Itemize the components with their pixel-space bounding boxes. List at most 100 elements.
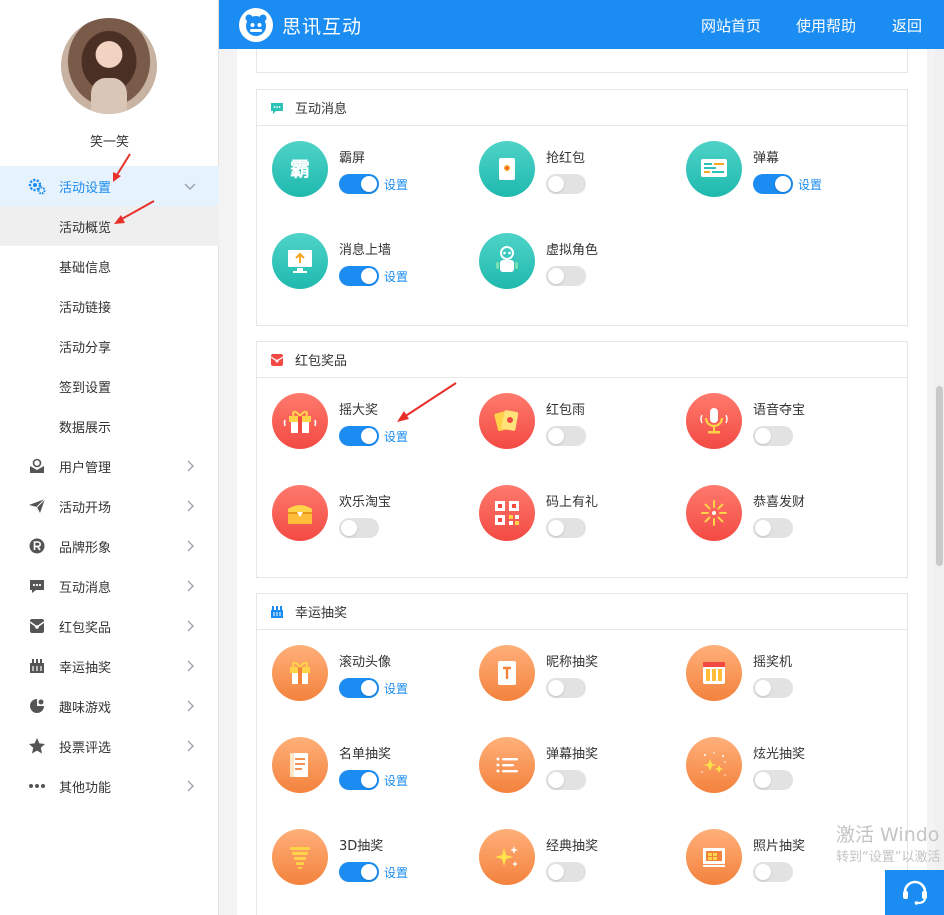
feature-nickname-lottery: 昵称抽奖 bbox=[464, 645, 664, 705]
feature-virtual-role: 虚拟角色 bbox=[464, 233, 664, 293]
feature-toggle[interactable] bbox=[546, 426, 586, 446]
feature-toggle[interactable] bbox=[339, 426, 379, 446]
sidebar-item-label: 活动开场 bbox=[59, 500, 112, 516]
chevron-right-icon bbox=[187, 620, 194, 632]
sidebar-subitem-activity-link[interactable]: 活动链接 bbox=[0, 286, 219, 326]
feature-toggle[interactable] bbox=[339, 770, 379, 790]
settings-link[interactable]: 设置 bbox=[384, 268, 408, 285]
photo-icon[interactable] bbox=[686, 829, 742, 885]
settings-link[interactable]: 设置 bbox=[384, 428, 408, 445]
customer-service-button[interactable] bbox=[885, 870, 944, 915]
red-envelope-rain-icon[interactable] bbox=[479, 393, 535, 449]
feature-gongxi-facai: 恭喜发财 bbox=[671, 485, 871, 545]
feature-grab-redpacket: 抢红包 bbox=[464, 141, 664, 201]
gift-box-icon[interactable] bbox=[272, 645, 328, 701]
nav-home-link[interactable]: 网站首页 bbox=[701, 15, 761, 36]
feature-voice-treasure: 语音夺宝 bbox=[671, 393, 871, 453]
section-lottery: 幸运抽奖 滚动头像 设置 昵称抽奖 摇奖机 名单抽奖 设置 弹幕抽奖 炫光抽奖 … bbox=[256, 593, 908, 915]
username: 笑一笑 bbox=[89, 135, 129, 150]
qr-code-icon[interactable] bbox=[479, 485, 535, 541]
bapping-icon[interactable]: 霸 bbox=[272, 141, 328, 197]
chevron-right-icon bbox=[187, 780, 194, 792]
sidebar-subitem-basic-info[interactable]: 基础信息 bbox=[0, 246, 219, 286]
sidebar-item-fun-games[interactable]: 趣味游戏 bbox=[0, 686, 219, 726]
sidebar-item-label: 红包奖品 bbox=[59, 620, 112, 636]
nickname-card-icon[interactable] bbox=[479, 645, 535, 701]
feature-toggle[interactable] bbox=[339, 678, 379, 698]
sidebar-subitem-overview[interactable]: 活动概览 bbox=[0, 206, 219, 246]
sidebar-item-activity-settings[interactable]: 活动设置 bbox=[0, 166, 219, 206]
sparkle-stars-icon[interactable] bbox=[686, 737, 742, 793]
feature-toggle[interactable] bbox=[753, 862, 793, 882]
feature-toggle[interactable] bbox=[339, 862, 379, 882]
stack-3d-icon[interactable] bbox=[272, 829, 328, 885]
sidebar-subitem-signin-settings[interactable]: 签到设置 bbox=[0, 366, 219, 406]
list-icon[interactable] bbox=[272, 737, 328, 793]
sidebar-subitem-data-display[interactable]: 数据展示 bbox=[0, 406, 219, 446]
danmaku-lines-icon[interactable] bbox=[479, 737, 535, 793]
feature-name: 照片抽奖 bbox=[753, 839, 806, 854]
firework-icon[interactable] bbox=[686, 485, 742, 541]
feature-toggle[interactable] bbox=[546, 174, 586, 194]
sidebar-item-user-management[interactable]: 用户管理 bbox=[0, 446, 219, 486]
section-redpacket: 红包奖品 摇大奖 设置 红包雨 语音夺宝 欢乐淘宝 码上有礼 恭喜发财 bbox=[256, 341, 908, 578]
content-scrollbar[interactable] bbox=[935, 49, 944, 915]
sidebar-item-interactive-message[interactable]: 互动消息 bbox=[0, 566, 219, 606]
sidebar-item-label: 活动设置 bbox=[59, 180, 112, 196]
feature-toggle[interactable] bbox=[753, 174, 793, 194]
settings-link[interactable]: 设置 bbox=[384, 176, 408, 193]
feature-toggle[interactable] bbox=[753, 426, 793, 446]
sidebar-item-brand[interactable]: 品牌形象 bbox=[0, 526, 219, 566]
section-header: 红包奖品 bbox=[257, 342, 907, 378]
feature-classic-lottery: 经典抽奖 bbox=[464, 829, 664, 889]
nav-help-link[interactable]: 使用帮助 bbox=[796, 15, 856, 36]
red-envelope-icon[interactable] bbox=[479, 141, 535, 197]
gift-icon[interactable] bbox=[272, 393, 328, 449]
nav-back-link[interactable]: 返回 bbox=[892, 15, 922, 36]
settings-link[interactable]: 设置 bbox=[798, 176, 822, 193]
feature-toggle[interactable] bbox=[753, 678, 793, 698]
feature-toggle[interactable] bbox=[546, 678, 586, 698]
sidebar-item-voting[interactable]: 投票评选 bbox=[0, 726, 219, 766]
sidebar-item-label: 其他功能 bbox=[59, 780, 112, 796]
settings-link[interactable]: 设置 bbox=[384, 680, 408, 697]
feature-name: 弹幕 bbox=[753, 151, 780, 166]
avatar[interactable] bbox=[61, 18, 157, 114]
sidebar-item-label: 互动消息 bbox=[59, 580, 112, 596]
feature-toggle[interactable] bbox=[546, 518, 586, 538]
slot-machine-icon[interactable] bbox=[686, 645, 742, 701]
sidebar-item-redpacket[interactable]: 红包奖品 bbox=[0, 606, 219, 646]
sparkle-icon[interactable] bbox=[479, 829, 535, 885]
settings-link[interactable]: 设置 bbox=[384, 864, 408, 881]
sidebar: 笑一笑 活动设置 活动概览 基础信息 活动链接 活动分享 签到设置 数据展示 用… bbox=[0, 0, 219, 915]
feature-toggle[interactable] bbox=[753, 518, 793, 538]
feature-name: 欢乐淘宝 bbox=[339, 495, 392, 510]
feature-toggle[interactable] bbox=[339, 174, 379, 194]
robot-icon[interactable] bbox=[479, 233, 535, 289]
microphone-icon[interactable] bbox=[686, 393, 742, 449]
feature-rolling-avatar: 滚动头像 设置 bbox=[257, 645, 457, 705]
section-title: 幸运抽奖 bbox=[295, 606, 348, 621]
message-wall-icon[interactable] bbox=[272, 233, 328, 289]
feature-toggle[interactable] bbox=[546, 862, 586, 882]
sidebar-item-opening[interactable]: 活动开场 bbox=[0, 486, 219, 526]
chevron-right-icon bbox=[187, 740, 194, 752]
treasure-chest-icon[interactable] bbox=[272, 485, 328, 541]
feature-toggle[interactable] bbox=[753, 770, 793, 790]
feature-toggle[interactable] bbox=[546, 266, 586, 286]
scrollbar-thumb[interactable] bbox=[936, 386, 943, 566]
sidebar-item-lottery[interactable]: 幸运抽奖 bbox=[0, 646, 219, 686]
game-icon bbox=[28, 697, 46, 715]
sidebar-subitem-activity-share[interactable]: 活动分享 bbox=[0, 326, 219, 366]
feature-name: 虚拟角色 bbox=[546, 243, 599, 258]
feature-toggle[interactable] bbox=[339, 266, 379, 286]
feature-name: 霸屏 bbox=[339, 151, 366, 166]
chevron-right-icon bbox=[187, 660, 194, 672]
chevron-right-icon bbox=[187, 500, 194, 512]
settings-link[interactable]: 设置 bbox=[384, 772, 408, 789]
feature-toggle[interactable] bbox=[546, 770, 586, 790]
feature-toggle[interactable] bbox=[339, 518, 379, 538]
danmaku-icon[interactable] bbox=[686, 141, 742, 197]
sidebar-item-other-features[interactable]: 其他功能 bbox=[0, 766, 219, 806]
logo-icon bbox=[239, 8, 273, 42]
